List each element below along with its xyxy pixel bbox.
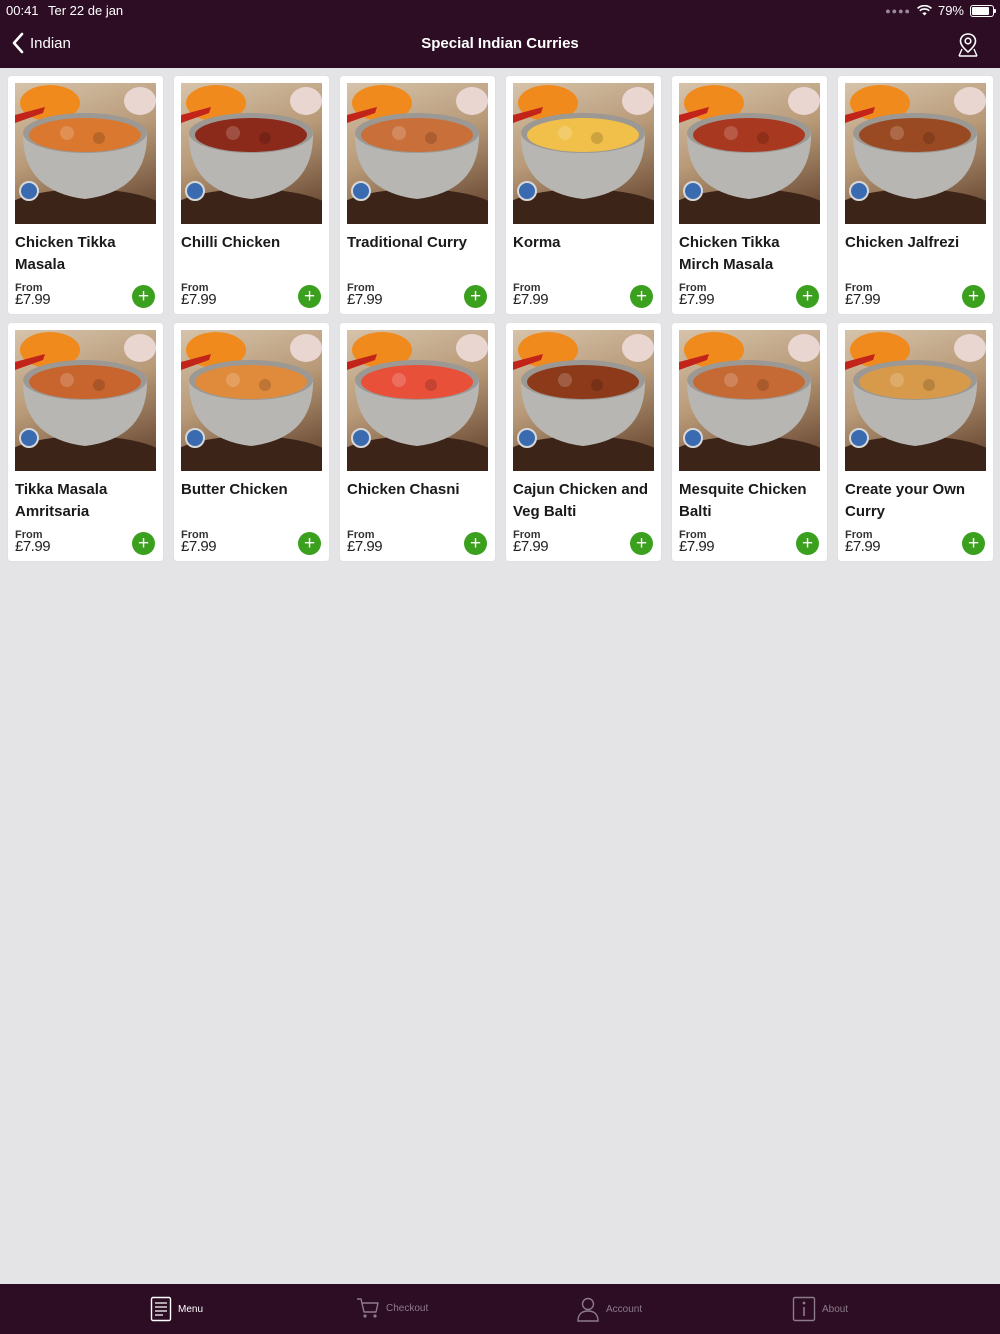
add-to-cart-button[interactable]: + <box>464 532 487 555</box>
tab-menu[interactable]: Menu <box>150 1296 203 1322</box>
add-to-cart-button[interactable]: + <box>132 532 155 555</box>
plus-icon: + <box>635 533 648 554</box>
dish-image <box>679 330 820 471</box>
tab-about[interactable]: About <box>792 1296 848 1322</box>
product-grid: Chicken Tikka Masala From £7.99 + Chilli… <box>8 76 993 561</box>
status-bar: 00:41 Ter 22 de jan ●●●● 79% <box>0 0 1000 20</box>
add-to-cart-button[interactable]: + <box>298 285 321 308</box>
product-name: Traditional Curry <box>347 234 468 251</box>
plus-icon: + <box>801 533 814 554</box>
tab-checkout-label: Checkout <box>386 1302 429 1314</box>
menu-icon <box>150 1296 172 1322</box>
product-name: Chicken Tikka Masala <box>15 234 116 273</box>
product-price: £7.99 <box>845 291 881 308</box>
battery-icon <box>970 4 996 17</box>
dish-image <box>15 330 156 471</box>
plus-icon: + <box>303 533 316 554</box>
dish-image <box>181 330 322 471</box>
product-name: Chicken Tikka Mirch Masala <box>679 234 780 273</box>
product-card[interactable]: Chicken Jalfrezi From £7.99 + <box>838 76 993 314</box>
product-card[interactable]: Traditional Curry From £7.99 + <box>340 76 495 314</box>
product-card[interactable]: Chicken Tikka Masala From £7.99 + <box>8 76 163 314</box>
plus-icon: + <box>801 286 814 307</box>
tab-about-label: About <box>822 1303 849 1315</box>
product-price: £7.99 <box>513 291 549 308</box>
add-to-cart-button[interactable]: + <box>464 285 487 308</box>
info-icon <box>792 1296 816 1322</box>
dish-image <box>845 83 986 224</box>
product-price: £7.99 <box>845 538 881 555</box>
battery-percent: 79% <box>937 3 964 18</box>
product-price: £7.99 <box>181 291 217 308</box>
dish-image <box>15 83 156 224</box>
add-to-cart-button[interactable]: + <box>630 285 653 308</box>
plus-icon: + <box>303 286 316 307</box>
dish-image <box>347 83 488 224</box>
product-card[interactable]: Chilli Chicken From £7.99 + <box>174 76 329 314</box>
add-to-cart-button[interactable]: + <box>796 532 819 555</box>
wifi-icon <box>917 5 932 16</box>
product-card[interactable]: Korma From £7.99 + <box>506 76 661 314</box>
plus-icon: + <box>967 286 980 307</box>
product-name: Chicken Jalfrezi <box>845 234 960 251</box>
add-to-cart-button[interactable]: + <box>298 532 321 555</box>
dish-image <box>513 83 654 224</box>
product-price: £7.99 <box>15 291 51 308</box>
plus-icon: + <box>469 533 482 554</box>
product-name: Butter Chicken <box>181 481 288 498</box>
add-to-cart-button[interactable]: + <box>630 532 653 555</box>
dish-image <box>513 330 654 471</box>
product-card[interactable]: Chicken Chasni From £7.99 + <box>340 323 495 561</box>
status-date: Ter 22 de jan <box>48 3 124 18</box>
product-card[interactable]: Cajun Chicken and Veg Balti From £7.99 + <box>506 323 661 561</box>
status-time: 00:41 <box>6 3 39 18</box>
dish-image <box>679 83 820 224</box>
dish-image <box>347 330 488 471</box>
product-card[interactable]: Mesquite Chicken Balti From £7.99 + <box>672 323 827 561</box>
plus-icon: + <box>137 533 150 554</box>
product-card[interactable]: Tikka Masala Amritsaria From £7.99 + <box>8 323 163 561</box>
product-card[interactable]: Butter Chicken From £7.99 + <box>174 323 329 561</box>
product-name: Create your Own Curry <box>845 481 966 520</box>
product-name: Korma <box>513 234 561 251</box>
product-price: £7.99 <box>15 538 51 555</box>
product-card[interactable]: Chicken Tikka Mirch Masala From £7.99 + <box>672 76 827 314</box>
product-name: Tikka Masala Amritsaria <box>15 481 108 520</box>
product-name: Chilli Chicken <box>181 234 281 251</box>
product-price: £7.99 <box>679 538 715 555</box>
dish-image <box>845 330 986 471</box>
account-icon <box>577 1297 599 1322</box>
plus-icon: + <box>137 286 150 307</box>
add-to-cart-button[interactable]: + <box>962 285 985 308</box>
plus-icon: + <box>635 286 648 307</box>
tab-account-label: Account <box>606 1303 643 1315</box>
cellular-signal-icon: ●●●● <box>885 5 911 16</box>
status-right: ●●●● 79% <box>885 3 996 18</box>
product-price: £7.99 <box>513 538 549 555</box>
tab-menu-label: Menu <box>178 1303 204 1315</box>
product-name: Mesquite Chicken Balti <box>679 481 807 520</box>
dish-image <box>181 83 322 224</box>
product-price: £7.99 <box>679 291 715 308</box>
navigation-bar: Indian Special Indian Curries <box>0 20 1000 68</box>
plus-icon: + <box>967 533 980 554</box>
tab-bar: Menu Checkout Account About <box>0 1284 1000 1334</box>
product-name: Cajun Chicken and Veg Balti <box>513 481 649 520</box>
product-price: £7.99 <box>181 538 217 555</box>
product-price: £7.99 <box>347 291 383 308</box>
page-title: Special Indian Curries <box>421 35 579 52</box>
add-to-cart-button[interactable]: + <box>962 532 985 555</box>
tab-checkout[interactable]: Checkout <box>356 1296 428 1320</box>
add-to-cart-button[interactable]: + <box>796 285 819 308</box>
product-name: Chicken Chasni <box>347 481 460 498</box>
cart-icon <box>357 1298 379 1318</box>
tab-account[interactable]: Account <box>576 1296 642 1322</box>
product-price: £7.99 <box>347 538 383 555</box>
add-to-cart-button[interactable]: + <box>132 285 155 308</box>
product-card[interactable]: Create your Own Curry From £7.99 + <box>838 323 993 561</box>
plus-icon: + <box>469 286 482 307</box>
location-pin-icon[interactable] <box>956 32 980 58</box>
